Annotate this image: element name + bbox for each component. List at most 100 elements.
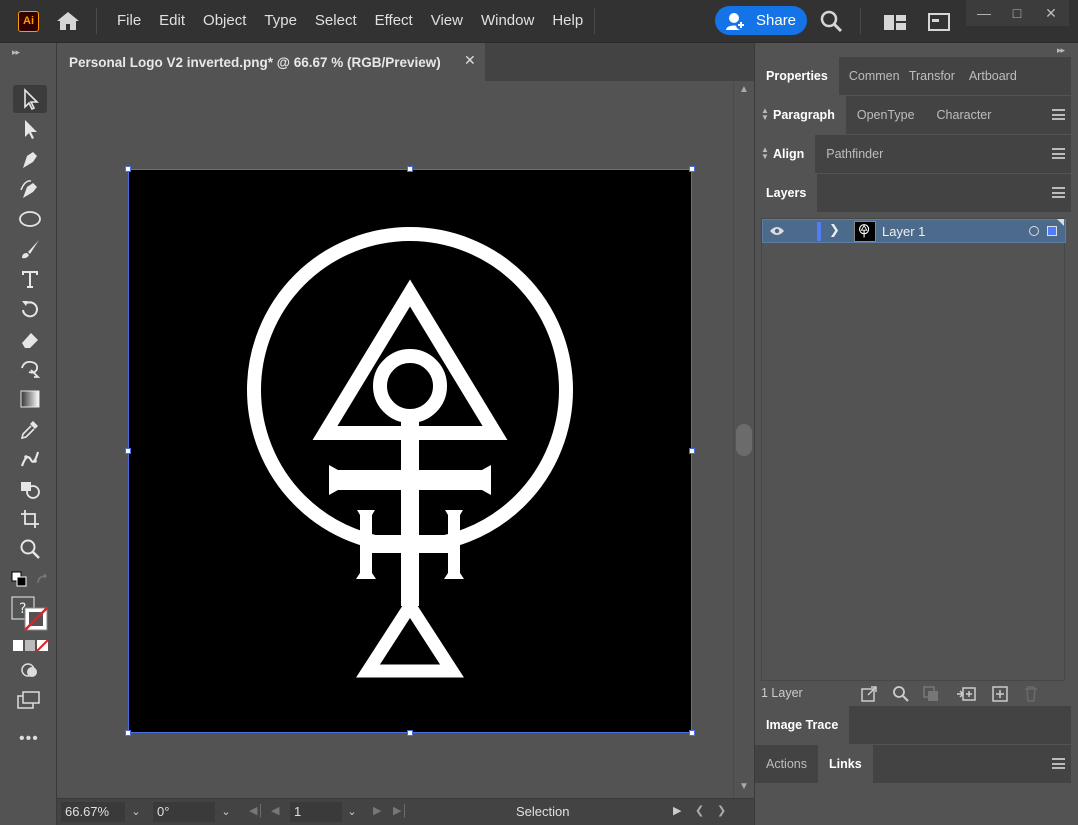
tab-actions[interactable]: Actions (755, 745, 818, 783)
screen-mode-icon[interactable] (17, 690, 41, 710)
artboard-tool[interactable] (13, 505, 47, 533)
zoom-dropdown-icon[interactable]: ⌄ (125, 802, 147, 822)
swap-colors-icon[interactable] (36, 573, 50, 587)
resize-handle[interactable] (125, 730, 131, 736)
tab-transform[interactable]: Transfor (901, 57, 961, 95)
status-menu-icon[interactable]: ▶ (673, 804, 681, 817)
menu-view[interactable]: View (422, 0, 472, 42)
search-icon[interactable] (819, 9, 843, 33)
menu-object[interactable]: Object (194, 0, 255, 42)
layer-name[interactable]: Layer 1 (882, 224, 925, 239)
layer-row[interactable]: ❯ Layer 1 (762, 219, 1066, 243)
resize-handle[interactable] (407, 166, 413, 172)
gradient-tool[interactable] (13, 385, 47, 413)
direct-selection-tool[interactable] (13, 115, 47, 143)
tab-opentype[interactable]: OpenType (846, 96, 926, 134)
scroll-left-icon[interactable]: ❮ (695, 804, 704, 817)
tab-comments[interactable]: Commen (839, 57, 901, 95)
tab-character[interactable]: Character (926, 96, 1003, 134)
panel-menu-icon[interactable] (1052, 187, 1065, 198)
type-tool[interactable] (13, 265, 47, 293)
arrange-documents-icon[interactable] (883, 12, 907, 32)
close-tab-icon[interactable]: ✕ (464, 52, 476, 69)
artboard[interactable] (128, 169, 692, 733)
tab-artboard[interactable]: Artboard (961, 57, 1025, 95)
color-mode-icons[interactable] (13, 639, 49, 652)
locate-object-icon[interactable] (892, 685, 910, 703)
panel-menu-icon[interactable] (1052, 148, 1065, 159)
shape-builder-tool[interactable] (13, 475, 47, 503)
rotation-dropdown-icon[interactable]: ⌄ (215, 802, 237, 822)
eyedropper-tool[interactable] (13, 415, 47, 443)
layer-target-icon[interactable] (1029, 226, 1039, 236)
document-tab[interactable]: Personal Logo V2 inverted.png* @ 66.67 %… (57, 43, 485, 81)
artboard-dropdown-icon[interactable]: ⌄ (341, 802, 363, 822)
more-tools-icon[interactable]: ••• (19, 730, 39, 748)
maximize-button[interactable]: □ (999, 0, 1035, 26)
collapse-arrows-icon[interactable]: ▲ ▼ (761, 107, 769, 122)
zoom-field[interactable]: 66.67% (61, 802, 125, 822)
tab-image-trace[interactable]: Image Trace (755, 706, 850, 744)
next-artboard-icon[interactable]: ▶ (373, 804, 381, 817)
resize-handle[interactable] (407, 730, 413, 736)
artboard-number-field[interactable]: 1 (290, 802, 342, 822)
share-button[interactable]: Share (715, 6, 807, 35)
resize-handle[interactable] (689, 730, 695, 736)
menu-select[interactable]: Select (306, 0, 366, 42)
panel-menu-icon[interactable] (1052, 758, 1065, 769)
export-for-screens-icon[interactable] (860, 685, 878, 703)
new-layer-icon[interactable] (991, 685, 1009, 703)
close-window-button[interactable]: ✕ (1033, 0, 1069, 26)
previous-artboard-icon[interactable]: ◀ (271, 804, 279, 817)
scroll-up-icon[interactable]: ▲ (739, 84, 749, 95)
menu-file[interactable]: File (108, 0, 150, 42)
visibility-eye-icon[interactable] (769, 225, 785, 237)
menu-help[interactable]: Help (543, 0, 592, 42)
home-icon[interactable] (55, 10, 81, 32)
last-artboard-icon[interactable]: ▶│ (393, 804, 408, 817)
resize-handle[interactable] (689, 448, 695, 454)
eraser-tool[interactable] (13, 325, 47, 353)
logo-artwork[interactable] (128, 169, 692, 733)
expand-layer-chevron-icon[interactable]: ❯ (829, 222, 840, 238)
scroll-right-icon[interactable]: ❯ (717, 804, 726, 817)
rotate-tool[interactable] (13, 295, 47, 323)
layer-selection-indicator[interactable] (1047, 226, 1057, 236)
menu-effect[interactable]: Effect (366, 0, 422, 42)
ellipse-tool[interactable] (13, 205, 47, 233)
tab-links[interactable]: Links (818, 745, 873, 783)
draw-mode-icon[interactable] (20, 661, 40, 679)
menu-edit[interactable]: Edit (150, 0, 194, 42)
menu-window[interactable]: Window (472, 0, 543, 42)
minimize-button[interactable]: — (966, 0, 1002, 26)
direct-selection-icon (25, 120, 37, 139)
panel-menu-icon[interactable] (1052, 109, 1065, 120)
workspace-switcher-icon[interactable] (927, 12, 951, 32)
warp-tool[interactable] (13, 355, 47, 383)
default-colors-icon[interactable] (11, 571, 27, 587)
scrollbar-thumb[interactable] (736, 424, 752, 456)
fill-stroke-swatch[interactable]: ? (11, 596, 51, 632)
paintbrush-tool[interactable] (13, 235, 47, 263)
tab-properties[interactable]: Properties (755, 57, 839, 95)
resize-handle[interactable] (125, 166, 131, 172)
collapse-arrows-icon[interactable]: ▲ ▼ (761, 146, 769, 161)
new-sublayer-icon[interactable] (955, 685, 977, 703)
rotation-field[interactable]: 0° (153, 802, 215, 822)
collapse-grip-icon[interactable]: ▸▸ (12, 47, 20, 58)
first-artboard-icon[interactable]: ◀│ (249, 804, 264, 817)
menu-type[interactable]: Type (255, 0, 306, 42)
tab-pathfinder[interactable]: Pathfinder (815, 135, 894, 173)
scroll-down-icon[interactable]: ▼ (739, 781, 749, 792)
selection-tool[interactable] (13, 85, 47, 113)
curvature-tool[interactable] (13, 175, 47, 203)
puppet-warp-tool[interactable] (13, 445, 47, 473)
resize-handle[interactable] (689, 166, 695, 172)
tab-layers[interactable]: Layers (755, 174, 818, 212)
type-icon (22, 271, 38, 288)
vertical-scrollbar[interactable]: ▲ ▼ (733, 81, 754, 798)
zoom-tool[interactable] (13, 535, 47, 563)
pen-tool[interactable] (13, 145, 47, 173)
resize-handle[interactable] (125, 448, 131, 454)
expand-panels-icon[interactable]: ▸▸ (1057, 45, 1065, 56)
